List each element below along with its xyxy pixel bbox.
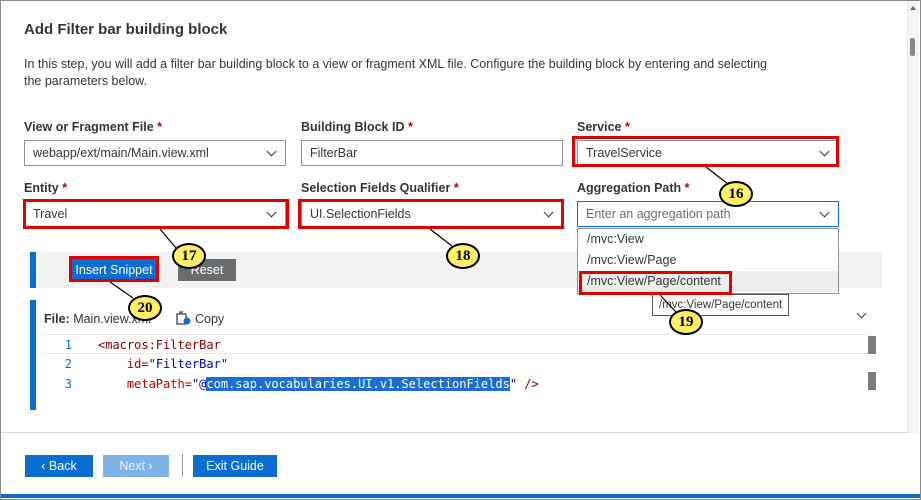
chevron-left-icon: ‹ [41, 459, 49, 473]
service-value: TravelService [586, 146, 662, 160]
block-id-label: Building Block ID * [301, 120, 413, 134]
entity-select[interactable]: Travel [24, 201, 286, 227]
selection-qualifier-select[interactable]: UI.SelectionFields [301, 201, 563, 227]
insert-snippet-button[interactable]: Insert Snippet [71, 259, 157, 281]
code-line-3: 3 metaPath="@com.sap.vocabularies.UI.v1.… [64, 377, 539, 391]
entity-value: Travel [33, 207, 68, 221]
callout-badge-19: 19 [669, 309, 703, 335]
aggregation-path-dropdown: /mvc:View /mvc:View/Page /mvc:View/Page/… [577, 228, 839, 294]
code-scrollbar[interactable] [868, 334, 878, 394]
callout-badge-18: 18 [446, 243, 480, 269]
code-panel-accent [30, 300, 36, 410]
aggregation-option-content[interactable]: /mvc:View/Page/content [578, 271, 838, 292]
aggregation-option-view[interactable]: /mvc:View [578, 229, 838, 250]
footer-separator [182, 454, 183, 476]
code-editor[interactable]: 1 <macros:FilterBar 2 id="FilterBar" 3 me… [44, 334, 868, 414]
selection-qualifier-value: UI.SelectionFields [310, 207, 411, 221]
page-title: Add Filter bar building block [24, 21, 228, 38]
code-line-1: 1 <macros:FilterBar [44, 334, 868, 354]
callout-badge-17: 17 [172, 243, 206, 269]
back-button[interactable]: ‹ Back [25, 455, 93, 477]
callout-badge-16: 16 [719, 181, 753, 207]
view-file-value: webapp/ext/main/Main.view.xml [33, 146, 209, 160]
copy-button[interactable]: Copy [176, 311, 224, 326]
aggregation-path-label: Aggregation Path * [577, 181, 690, 195]
exit-guide-button[interactable]: Exit Guide [193, 455, 277, 477]
selection-qualifier-label: Selection Fields Qualifier * [301, 181, 459, 195]
callout-badge-20: 20 [128, 295, 162, 321]
code-line-2: 2 id="FilterBar" [64, 357, 229, 371]
aggregation-path-placeholder: Enter an aggregation path [586, 207, 731, 221]
aggregation-option-page[interactable]: /mvc:View/Page [578, 250, 838, 271]
intro-text: In this step, you will add a filter bar … [24, 57, 767, 88]
copy-icon [176, 311, 191, 325]
next-button[interactable]: Next › [103, 455, 169, 477]
service-select[interactable]: TravelService [577, 140, 839, 166]
service-label: Service * [577, 120, 630, 134]
block-id-input[interactable]: FilterBar [301, 140, 563, 166]
selected-text: com.sap.vocabularies.UI.v1.SelectionFiel… [206, 377, 510, 391]
block-id-value: FilterBar [310, 146, 358, 160]
chevron-right-icon: › [145, 459, 153, 473]
aggregation-path-combobox[interactable]: Enter an aggregation path [577, 201, 839, 227]
bottom-accent-bar [1, 494, 920, 498]
page-scrollbar[interactable] [907, 1, 919, 433]
footer-divider [1, 432, 907, 433]
view-file-select[interactable]: webapp/ext/main/Main.view.xml [24, 140, 286, 166]
entity-label: Entity * [24, 181, 68, 195]
scroll-up-icon[interactable] [910, 6, 916, 10]
view-file-label: View or Fragment File * [24, 120, 163, 134]
toolbar-accent [30, 252, 36, 288]
copy-label: Copy [195, 312, 225, 326]
page-scroll-thumb[interactable] [910, 38, 915, 56]
